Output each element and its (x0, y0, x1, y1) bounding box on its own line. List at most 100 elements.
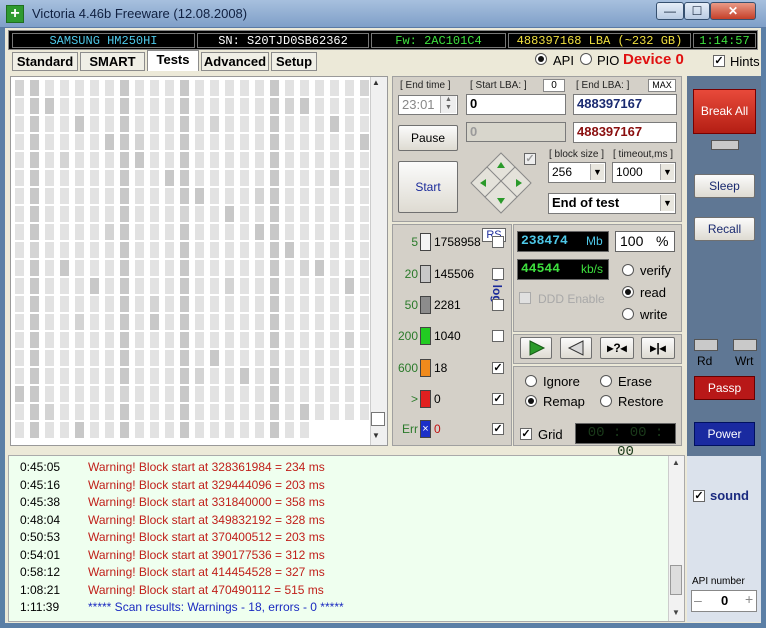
block-cell (90, 134, 99, 150)
start-lba-input[interactable]: 0 (466, 94, 566, 115)
block-cell (135, 350, 144, 366)
scroll-up-icon[interactable]: ▲ (372, 78, 380, 87)
block-cell (45, 206, 54, 222)
block-cell (15, 314, 24, 330)
erase-label: Erase (618, 374, 652, 389)
log-to-file-checkbox[interactable]: ✓ (492, 362, 504, 374)
play-button[interactable] (520, 337, 552, 359)
end-time-spinner[interactable]: ▲ ▼ (440, 96, 456, 113)
remap-radio[interactable] (525, 395, 537, 410)
timeout-select[interactable]: 1000 ▼ (612, 162, 676, 183)
verify-radio[interactable] (622, 264, 634, 279)
start-lba-zero-button[interactable]: 0 (543, 79, 565, 92)
back-button[interactable] (560, 337, 592, 359)
log-scroll-thumb[interactable] (670, 565, 682, 595)
block-cell (180, 170, 189, 186)
read-radio[interactable] (622, 286, 634, 301)
break-all-button[interactable]: Break All (693, 89, 756, 134)
block-cell (255, 404, 264, 420)
block-cell (165, 368, 174, 384)
log-to-file-checkbox[interactable] (492, 268, 504, 280)
block-cell (120, 188, 129, 204)
log-scrollbar[interactable] (668, 456, 684, 621)
block-cell (330, 260, 339, 276)
grid-label: Grid (538, 427, 563, 442)
log-to-file-checkbox[interactable]: ✓ (492, 393, 504, 405)
block-cell (180, 332, 189, 348)
log-to-file-checkbox[interactable]: ✓ (492, 423, 504, 435)
seek-unknown-button[interactable]: ▸?◂ (600, 337, 634, 359)
block-cell (225, 422, 234, 438)
end-skip-icon: ▸|◂ (650, 341, 666, 355)
tab-advanced[interactable]: Advanced (201, 52, 269, 71)
tab-standard[interactable]: Standard (12, 52, 78, 71)
block-cell (225, 296, 234, 312)
close-button[interactable]: ✕ (710, 2, 756, 20)
log-to-file-checkbox[interactable] (492, 299, 504, 311)
end-lba-input[interactable]: 488397167 (573, 94, 677, 115)
block-cell (180, 422, 189, 438)
restore-radio[interactable] (600, 395, 612, 410)
block-cell (120, 422, 129, 438)
start-button[interactable]: Start (398, 161, 458, 213)
mb-unit: Mb (586, 234, 603, 248)
maximize-button[interactable]: ☐ (684, 2, 710, 20)
power-button[interactable]: Power (694, 422, 755, 446)
app-cross-icon: + (6, 5, 24, 23)
block-size-select[interactable]: 256 ▼ (548, 162, 606, 183)
block-cell (255, 350, 264, 366)
block-cell (270, 314, 279, 330)
api-number-increment[interactable]: + (745, 591, 753, 607)
tab-setup[interactable]: Setup (271, 52, 317, 71)
api-number-decrement[interactable]: – (694, 592, 702, 608)
scroll-down-icon[interactable]: ▼ (372, 431, 380, 440)
sleep-button[interactable]: Sleep (694, 174, 755, 198)
log-scroll-down-icon[interactable]: ▼ (672, 608, 680, 617)
scroll-thumb[interactable] (371, 412, 385, 426)
grid-scrollbar[interactable] (370, 77, 387, 445)
minimize-button[interactable]: — (656, 2, 684, 20)
end-lba-secondary[interactable]: 488397167 (573, 122, 677, 143)
log-to-file-checkbox[interactable] (492, 236, 504, 248)
block-cell (210, 296, 219, 312)
block-cell (240, 296, 249, 312)
tab-smart[interactable]: SMART (80, 52, 145, 71)
sound-checkbox[interactable]: ✓ (693, 490, 705, 502)
block-cell (135, 188, 144, 204)
grid-checkbox[interactable]: ✓ (520, 428, 532, 440)
passp-button[interactable]: Passp (694, 376, 755, 400)
hints-checkbox[interactable]: ✓ (713, 55, 725, 67)
block-cell (135, 404, 144, 420)
block-cell (30, 314, 39, 330)
pio-radio[interactable] (580, 53, 592, 68)
block-cell (195, 296, 204, 312)
block-cell (105, 134, 114, 150)
block-cell (90, 80, 99, 96)
api-radio[interactable] (535, 53, 547, 68)
block-cell (315, 170, 324, 186)
block-cell (270, 242, 279, 258)
block-cell (45, 368, 54, 384)
block-cell (240, 188, 249, 204)
erase-radio[interactable] (600, 375, 612, 390)
tab-tests[interactable]: Tests (147, 50, 199, 71)
log-entry: 0:50:53 Warning! Block start at 370400512… (20, 530, 325, 544)
ddd-checkbox[interactable] (519, 292, 531, 304)
dpad-checkbox[interactable]: ✓ (524, 153, 536, 165)
block-cell (225, 116, 234, 132)
log-to-file-checkbox[interactable] (492, 330, 504, 342)
log-scroll-up-icon[interactable]: ▲ (672, 458, 680, 467)
block-cell (195, 116, 204, 132)
write-radio[interactable] (622, 308, 634, 323)
block-cell (150, 422, 159, 438)
end-skip-button[interactable]: ▸|◂ (641, 337, 675, 359)
recall-button[interactable]: Recall (694, 217, 755, 241)
max-button[interactable]: MAX (648, 79, 676, 92)
end-action-select[interactable]: End of test ▼ (548, 193, 676, 214)
block-cell (75, 386, 84, 402)
block-cell (105, 386, 114, 402)
pause-button[interactable]: Pause (398, 125, 458, 151)
block-cell (120, 404, 129, 420)
block-cell (165, 404, 174, 420)
ignore-radio[interactable] (525, 375, 537, 390)
